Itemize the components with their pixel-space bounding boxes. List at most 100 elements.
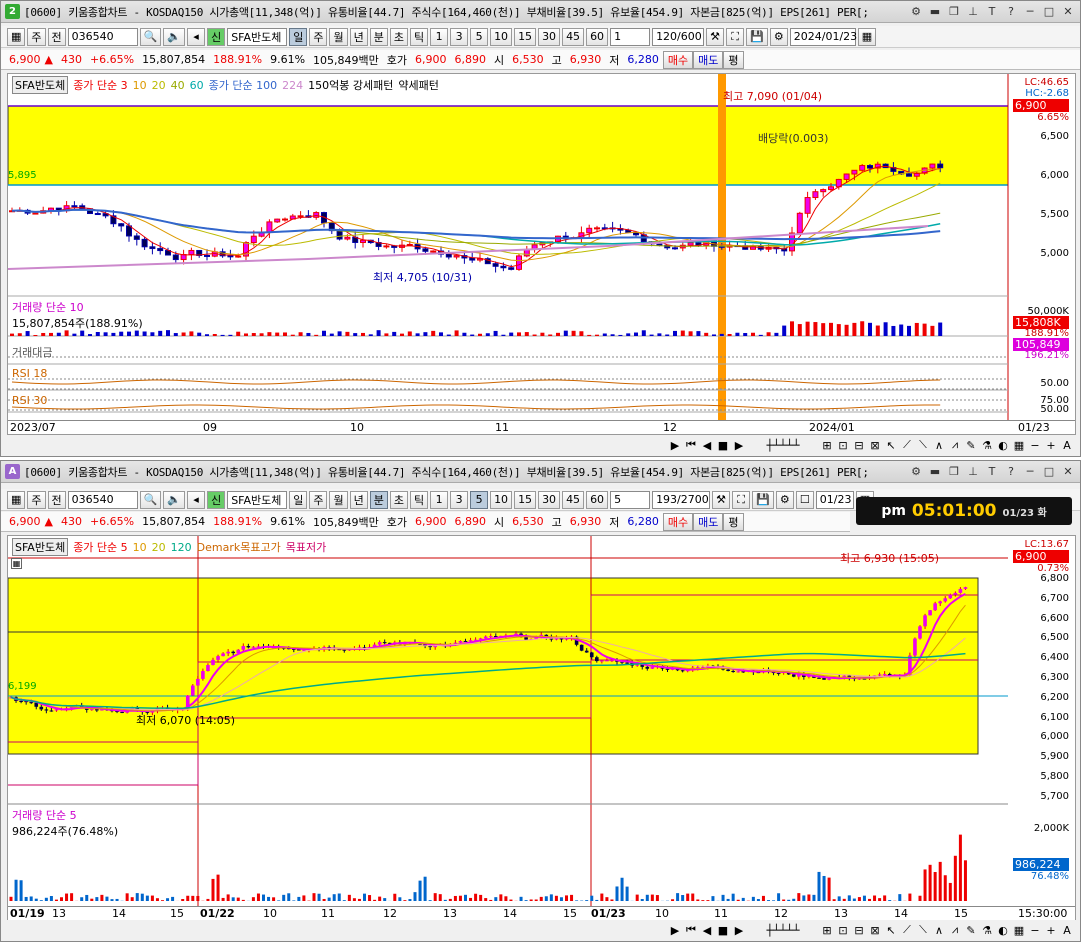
- stop-icon[interactable]: ■: [716, 924, 730, 937]
- search-icon[interactable]: 🔍: [139, 27, 162, 46]
- help-icon[interactable]: ?: [1003, 4, 1019, 20]
- avg-button[interactable]: 평: [723, 50, 744, 69]
- save-icon[interactable]: 💾: [752, 490, 774, 509]
- interval-3[interactable]: 3: [450, 490, 469, 509]
- close-button[interactable]: ✕: [1060, 4, 1076, 20]
- tool-icon[interactable]: ⊞: [820, 439, 834, 452]
- tool-icon[interactable]: ⊡: [836, 924, 850, 937]
- stop-icon[interactable]: ■: [716, 439, 730, 452]
- legend-ma-10[interactable]: 10: [133, 79, 147, 92]
- legend-ma-60[interactable]: 60: [190, 79, 204, 92]
- date-field[interactable]: 2024/01/23: [789, 27, 857, 46]
- buy-button[interactable]: 매수: [662, 512, 694, 531]
- interval-45[interactable]: 45: [562, 490, 585, 509]
- tab-tick[interactable]: 틱: [409, 27, 429, 46]
- tab-minute[interactable]: 분: [369, 490, 388, 509]
- auto-icon[interactable]: A: [1060, 924, 1074, 937]
- zoom-out-icon[interactable]: −: [1028, 439, 1042, 452]
- interval-60[interactable]: 60: [586, 490, 609, 509]
- tool-icon[interactable]: ⊡: [836, 439, 850, 452]
- stock-name-field[interactable]: SFA반도체: [227, 27, 288, 46]
- tool-icon[interactable]: ⊞: [820, 924, 834, 937]
- first-icon[interactable]: ⏮: [684, 438, 698, 452]
- tab-weekly[interactable]: 주: [309, 27, 328, 46]
- tool-icon[interactable]: ✎: [964, 924, 978, 937]
- tab-monthly[interactable]: 월: [329, 490, 348, 509]
- first-icon[interactable]: ⏮: [684, 923, 698, 937]
- help-icon[interactable]: ?: [1003, 464, 1019, 480]
- legend-weak-pattern[interactable]: 약세패턴: [398, 77, 438, 93]
- legend-ma-20[interactable]: 20: [152, 79, 166, 92]
- minimize-icon[interactable]: ▬: [927, 464, 943, 480]
- price-chart-top[interactable]: [8, 74, 1075, 420]
- tool-icon[interactable]: ◐: [996, 439, 1010, 452]
- next-page-icon[interactable]: ▶: [732, 439, 746, 452]
- tool-icon[interactable]: ⊠: [868, 439, 882, 452]
- search-icon[interactable]: 🔍: [139, 490, 162, 509]
- buy-button[interactable]: 매수: [662, 50, 694, 69]
- tool-icon[interactable]: ⟋: [900, 923, 914, 937]
- legend-stock[interactable]: SFA반도체: [12, 538, 69, 556]
- text-icon[interactable]: T: [984, 464, 1000, 480]
- legend-ma-10[interactable]: 10: [133, 541, 147, 554]
- prev-icon[interactable]: ◂: [187, 27, 206, 46]
- calendar-icon[interactable]: ▦: [857, 27, 877, 46]
- interval-5[interactable]: 5: [470, 490, 489, 509]
- minimize-icon[interactable]: ▬: [927, 4, 943, 20]
- tools-icon[interactable]: ⚒: [712, 490, 731, 509]
- maximize-button[interactable]: □: [1041, 464, 1057, 480]
- grid-icon[interactable]: ▦: [7, 27, 26, 46]
- legend-ma-120[interactable]: 120: [171, 541, 192, 554]
- chart-area-top[interactable]: SFA반도체 종가 단순 3 10 20 40 60 종가 단순 100 224…: [7, 73, 1076, 435]
- zoom-in-icon[interactable]: +: [1044, 924, 1058, 937]
- count-field[interactable]: 120/600: [652, 27, 705, 46]
- tool-icon[interactable]: ⊠: [868, 924, 882, 937]
- interval-1[interactable]: 1: [430, 490, 449, 509]
- legend-demark-high[interactable]: Demark목표고가: [197, 539, 281, 555]
- legend-ma-40[interactable]: 40: [171, 79, 185, 92]
- stock-code-input[interactable]: 036540: [67, 27, 138, 46]
- avg-button[interactable]: 평: [723, 512, 744, 531]
- tool-icon[interactable]: ◐: [996, 924, 1010, 937]
- tool-icon[interactable]: ⊟: [852, 924, 866, 937]
- legend-ma-20[interactable]: 20: [152, 541, 166, 554]
- legend-strong-pattern[interactable]: 150억봉 강세패턴: [308, 77, 393, 93]
- auto-icon[interactable]: A: [1060, 439, 1074, 452]
- tools-icon[interactable]: ⚒: [706, 27, 725, 46]
- legend-ma-5[interactable]: 종가 단순 5: [73, 539, 127, 555]
- tool-icon[interactable]: ⟋: [900, 438, 914, 452]
- legend-ma-224[interactable]: 224: [282, 79, 303, 92]
- period-select-jeon[interactable]: 전: [47, 27, 66, 46]
- interval-60[interactable]: 60: [586, 27, 609, 46]
- tool-icon[interactable]: ⟍: [916, 923, 930, 937]
- stock-code-input[interactable]: 036540: [67, 490, 138, 509]
- tool-icon[interactable]: ∧: [932, 439, 946, 452]
- tab-tick[interactable]: 틱: [409, 490, 429, 509]
- scroll-left-icon[interactable]: ▶: [668, 924, 682, 937]
- stock-group-icon[interactable]: 신: [207, 490, 226, 509]
- pin-icon[interactable]: ⊥: [965, 464, 981, 480]
- legend-ma-100[interactable]: 종가 단순 100: [209, 77, 277, 93]
- scroll-left-icon[interactable]: ▶: [668, 439, 682, 452]
- interval-30[interactable]: 30: [538, 490, 561, 509]
- checkbox[interactable]: ☐: [795, 490, 814, 509]
- grid-icon[interactable]: ▦: [7, 490, 26, 509]
- tab-yearly[interactable]: 년: [349, 490, 368, 509]
- legend-ma-3[interactable]: 종가 단순 3: [73, 77, 127, 93]
- interval-10[interactable]: 10: [490, 490, 513, 509]
- tool-icon[interactable]: ⊟: [852, 439, 866, 452]
- link-icon[interactable]: ⚙: [908, 4, 924, 20]
- chart-area-bottom[interactable]: SFA반도체 종가 단순 5 10 20 120 Demark목표고가 목표저가…: [7, 535, 1076, 920]
- zoom-in-icon[interactable]: +: [1044, 439, 1058, 452]
- table-icon[interactable]: ▦: [11, 558, 22, 569]
- legend-stock[interactable]: SFA반도체: [12, 76, 69, 94]
- tool-icon[interactable]: ▦: [1012, 439, 1026, 452]
- tool-icon[interactable]: ⩘: [948, 923, 962, 937]
- tab-weekly[interactable]: 주: [309, 490, 328, 509]
- tool-icon[interactable]: ⩘: [948, 438, 962, 452]
- interval-15[interactable]: 15: [514, 490, 537, 509]
- tab-second[interactable]: 초: [389, 490, 408, 509]
- settings-icon[interactable]: ⚙: [769, 27, 788, 46]
- tool-icon[interactable]: ⟍: [916, 438, 930, 452]
- minimize-button[interactable]: ─: [1022, 4, 1038, 20]
